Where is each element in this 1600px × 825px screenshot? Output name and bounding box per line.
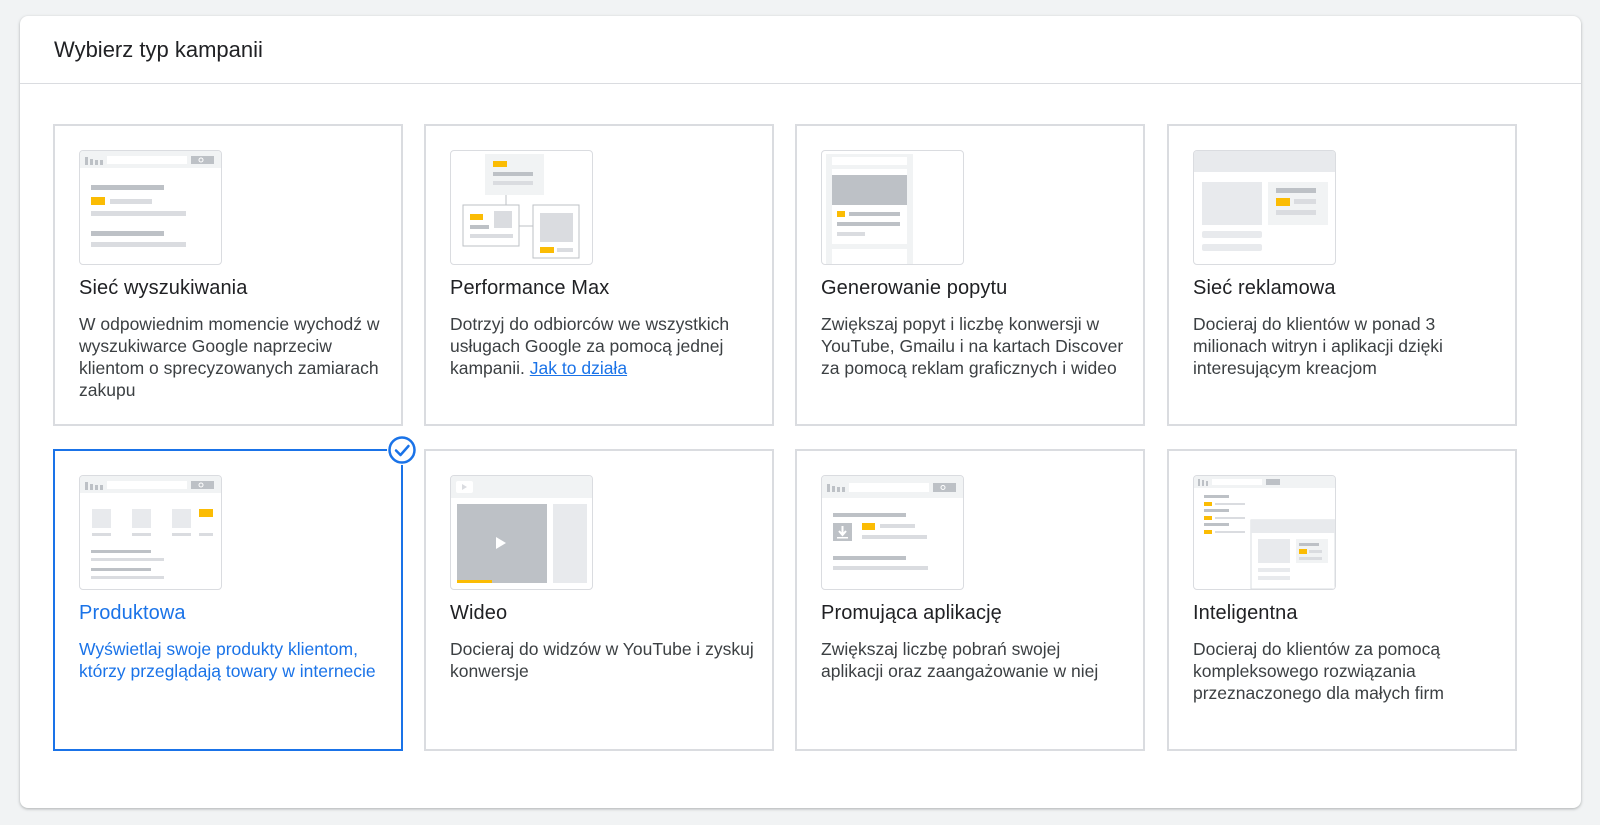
campaign-card-app[interactable]: Promująca aplikację Zwiększaj liczbę pob…: [795, 449, 1145, 751]
campaign-card-smart[interactable]: Inteligentna Docieraj do klientów za pom…: [1167, 449, 1517, 751]
card-title: Sieć reklamowa: [1193, 277, 1336, 299]
card-description: Docieraj do klientów w ponad 3 milionach…: [1193, 314, 1443, 378]
campaign-card-video[interactable]: Wideo Docieraj do widzów w YouTube i zys…: [424, 449, 774, 751]
campaign-card-search[interactable]: Sieć wyszukiwania W odpowiednim momencie…: [53, 124, 403, 426]
video-thumbnail-icon: [450, 475, 593, 590]
display-thumbnail-icon: [1193, 150, 1336, 265]
demand-gen-thumbnail-icon: [821, 150, 964, 265]
card-description: Wyświetlaj swoje produkty klientom, któr…: [79, 639, 376, 681]
search-thumbnail-icon: [79, 150, 222, 265]
app-thumbnail-icon: [821, 475, 964, 590]
campaign-card-display[interactable]: Sieć reklamowa Docieraj do klientów w po…: [1167, 124, 1517, 426]
card-title: Promująca aplikację: [821, 602, 1002, 624]
card-description: Zwiększaj liczbę pobrań swojej aplikacji…: [821, 639, 1099, 681]
check-circle-icon: [387, 435, 417, 465]
card-title: Wideo: [450, 602, 508, 624]
campaign-card-performance-max[interactable]: Performance Max Dotrzyj do odbiorców we …: [424, 124, 774, 426]
card-description: W odpowiednim momencie wychodź w wyszuki…: [79, 314, 380, 400]
shopping-thumbnail-icon: [79, 475, 222, 590]
card-title: Sieć wyszukiwania: [79, 277, 248, 299]
how-it-works-link[interactable]: Jak to działa: [530, 358, 627, 378]
card-title: Inteligentna: [1193, 602, 1298, 624]
campaign-card-shopping[interactable]: Produktowa Wyświetlaj swoje produkty kli…: [53, 435, 417, 751]
card-description: Zwiększaj popyt i liczbę konwersji w You…: [821, 314, 1124, 378]
performance-max-thumbnail-icon: [450, 150, 593, 265]
campaign-type-panel: Wybierz typ kampanii Sieć wyszukiwania W…: [20, 16, 1581, 808]
card-title: Performance Max: [450, 277, 610, 299]
smart-thumbnail-icon: [1193, 475, 1336, 590]
card-title: Produktowa: [79, 602, 186, 624]
card-description: Dotrzyj do odbiorców we wszystkich usług…: [450, 313, 755, 379]
card-description: Docieraj do widzów w YouTube i zyskuj ko…: [450, 639, 754, 681]
card-description: Docieraj do klientów za pomocą komplekso…: [1193, 639, 1444, 703]
campaign-card-demand-gen[interactable]: Generowanie popytu Zwiększaj popyt i lic…: [795, 124, 1145, 426]
panel-header: Wybierz typ kampanii: [20, 16, 1581, 84]
page-title: Wybierz typ kampanii: [54, 36, 263, 62]
card-title: Generowanie popytu: [821, 277, 1008, 299]
